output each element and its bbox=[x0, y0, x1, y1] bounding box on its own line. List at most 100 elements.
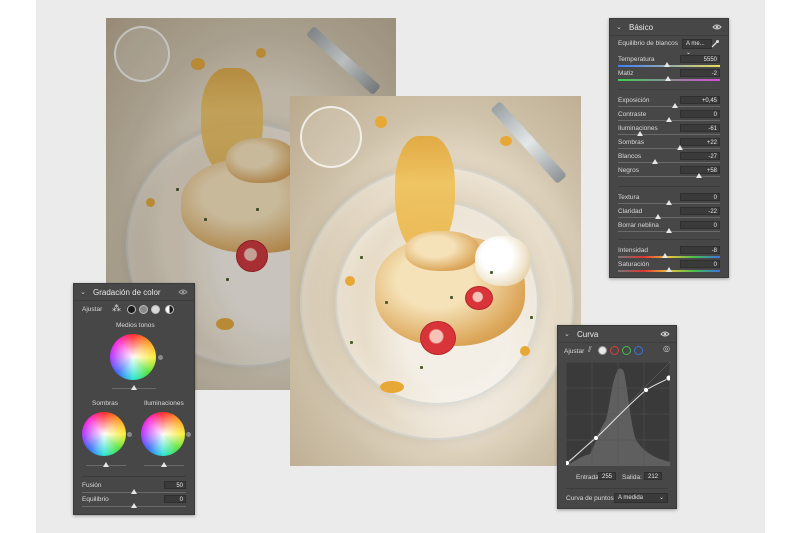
output-label: Salida: bbox=[622, 474, 642, 481]
eye-icon[interactable] bbox=[660, 329, 670, 339]
chevron-down-icon[interactable]: ⌄ bbox=[564, 330, 572, 338]
color-grading-header[interactable]: ⌄ Gradación de color bbox=[74, 284, 194, 301]
highlights-color-wheel[interactable] bbox=[141, 412, 185, 456]
slider-row-9: Claridad -22 bbox=[618, 207, 720, 220]
midtones-chip[interactable] bbox=[139, 305, 148, 314]
slider-thumb[interactable] bbox=[103, 462, 109, 467]
slider-value[interactable]: -61 bbox=[680, 124, 720, 132]
blend-value[interactable]: 50 bbox=[164, 481, 186, 489]
balance-value[interactable]: 0 bbox=[164, 495, 186, 503]
slider-value[interactable]: -8 bbox=[680, 246, 720, 254]
slider-label: Temperatura bbox=[618, 56, 655, 63]
highlights-chip[interactable] bbox=[151, 305, 160, 314]
slider-value[interactable]: 5550 bbox=[680, 55, 720, 63]
channel-rgb-button[interactable] bbox=[598, 346, 607, 355]
slider-thumb[interactable] bbox=[663, 62, 670, 67]
slider-value[interactable]: +22 bbox=[680, 138, 720, 146]
shadows-color-wheel[interactable] bbox=[82, 412, 126, 456]
slider-label: Blancos bbox=[618, 153, 642, 160]
slider-thumb[interactable] bbox=[637, 131, 644, 136]
slider-value[interactable]: -2 bbox=[680, 69, 720, 77]
slider-thumb[interactable] bbox=[661, 253, 668, 258]
slider-thumb[interactable] bbox=[666, 267, 672, 272]
slider-thumb[interactable] bbox=[664, 76, 671, 81]
midtones-luminance-knob[interactable] bbox=[158, 355, 163, 360]
slider-track[interactable] bbox=[618, 176, 720, 177]
curve-point[interactable] bbox=[665, 374, 670, 382]
point-curve-label: Curva de puntos bbox=[566, 495, 614, 502]
slider-thumb[interactable] bbox=[666, 117, 672, 122]
slider-value[interactable]: 0 bbox=[680, 193, 720, 201]
slider-thumb[interactable] bbox=[654, 214, 661, 219]
input-value[interactable]: 255 bbox=[598, 472, 616, 480]
global-chip[interactable] bbox=[165, 305, 174, 314]
slider-value[interactable]: 0 bbox=[680, 221, 720, 229]
curve-point[interactable] bbox=[643, 387, 649, 393]
midtones-color-wheel[interactable] bbox=[110, 334, 156, 380]
parametric-curve-icon[interactable]: ⫽ bbox=[588, 345, 592, 355]
channel-red-button[interactable] bbox=[610, 346, 619, 355]
basic-panel-header[interactable]: ⌄ Básico bbox=[610, 19, 728, 36]
knife bbox=[305, 26, 381, 96]
slider-label: Saturación bbox=[618, 261, 650, 268]
target-adjust-icon[interactable]: ◎ bbox=[663, 344, 670, 353]
slider-track[interactable] bbox=[618, 217, 720, 218]
eye-icon[interactable] bbox=[712, 22, 722, 32]
tone-curve-graph[interactable] bbox=[566, 362, 670, 466]
slider-row-1: Matiz -2 bbox=[618, 69, 720, 82]
curve-point[interactable] bbox=[566, 460, 570, 466]
channel-blue-button[interactable] bbox=[634, 346, 643, 355]
balance-row: Equilibrio 0 bbox=[82, 495, 186, 508]
chevron-down-icon[interactable]: ⌄ bbox=[80, 288, 88, 296]
slider-row-3: Contraste 0 bbox=[618, 110, 720, 123]
slider-value[interactable]: 0 bbox=[680, 260, 720, 268]
slider-label: Contraste bbox=[618, 111, 647, 118]
slider-label: Matiz bbox=[618, 70, 634, 77]
slider-thumb[interactable] bbox=[677, 145, 684, 150]
panel-title: Básico bbox=[629, 22, 654, 32]
slider-thumb[interactable] bbox=[161, 462, 167, 467]
slider-thumb[interactable] bbox=[666, 228, 672, 233]
slider-track[interactable] bbox=[618, 162, 720, 163]
eyedropper-icon[interactable] bbox=[710, 39, 720, 49]
slider-value[interactable]: 0 bbox=[680, 110, 720, 118]
slider-thumb[interactable] bbox=[651, 159, 658, 164]
white-balance-value: A me... bbox=[686, 41, 705, 47]
curve-point[interactable] bbox=[593, 435, 599, 441]
slider-track[interactable] bbox=[618, 106, 720, 107]
panel-title: Gradación de color bbox=[93, 287, 161, 297]
slider-track[interactable] bbox=[618, 256, 720, 258]
eye-icon[interactable] bbox=[178, 287, 188, 297]
slider-value[interactable]: +0,45 bbox=[680, 96, 720, 104]
slider-label: Exposición bbox=[618, 97, 650, 104]
shadows-luminance-knob[interactable] bbox=[127, 432, 132, 437]
highlights-luminance-knob[interactable] bbox=[186, 432, 191, 437]
channel-green-button[interactable] bbox=[622, 346, 631, 355]
slider-thumb[interactable] bbox=[672, 103, 679, 108]
three-circles-icon[interactable]: ⁂ bbox=[112, 303, 121, 314]
slider-row-10: Borrar neblina 0 bbox=[618, 221, 720, 234]
chevron-down-icon[interactable]: ⌄ bbox=[616, 23, 624, 31]
slider-thumb[interactable] bbox=[131, 503, 137, 508]
curve-panel-header[interactable]: ⌄ Curva bbox=[558, 326, 676, 343]
slider-thumb[interactable] bbox=[131, 385, 137, 390]
point-curve-dropdown[interactable]: A medida ⌄ bbox=[614, 493, 668, 503]
divider bbox=[618, 186, 720, 187]
slider-row-0: Temperatura 5550 bbox=[618, 55, 720, 68]
slider-thumb[interactable] bbox=[131, 489, 137, 494]
slider-track[interactable] bbox=[618, 134, 720, 135]
slider-track[interactable] bbox=[618, 148, 720, 149]
slider-value[interactable]: -22 bbox=[680, 207, 720, 215]
slider-row-4: Iluminaciones -61 bbox=[618, 124, 720, 137]
white-balance-dropdown[interactable]: A me... ⌄ bbox=[682, 39, 712, 56]
shadows-chip[interactable] bbox=[127, 305, 136, 314]
slider-value[interactable]: -27 bbox=[680, 152, 720, 160]
midtones-label: Medios tonos bbox=[116, 322, 155, 329]
output-value[interactable]: 212 bbox=[644, 472, 662, 480]
slider-thumb[interactable] bbox=[695, 173, 702, 178]
wine-glass bbox=[114, 26, 170, 82]
color-grading-panel: ⌄ Gradación de color Ajustar ⁂ Medios to… bbox=[73, 283, 195, 515]
slider-thumb[interactable] bbox=[666, 200, 672, 205]
slider-row-12: Saturación 0 bbox=[618, 260, 720, 273]
slider-row-11: Intensidad -8 bbox=[618, 246, 720, 259]
